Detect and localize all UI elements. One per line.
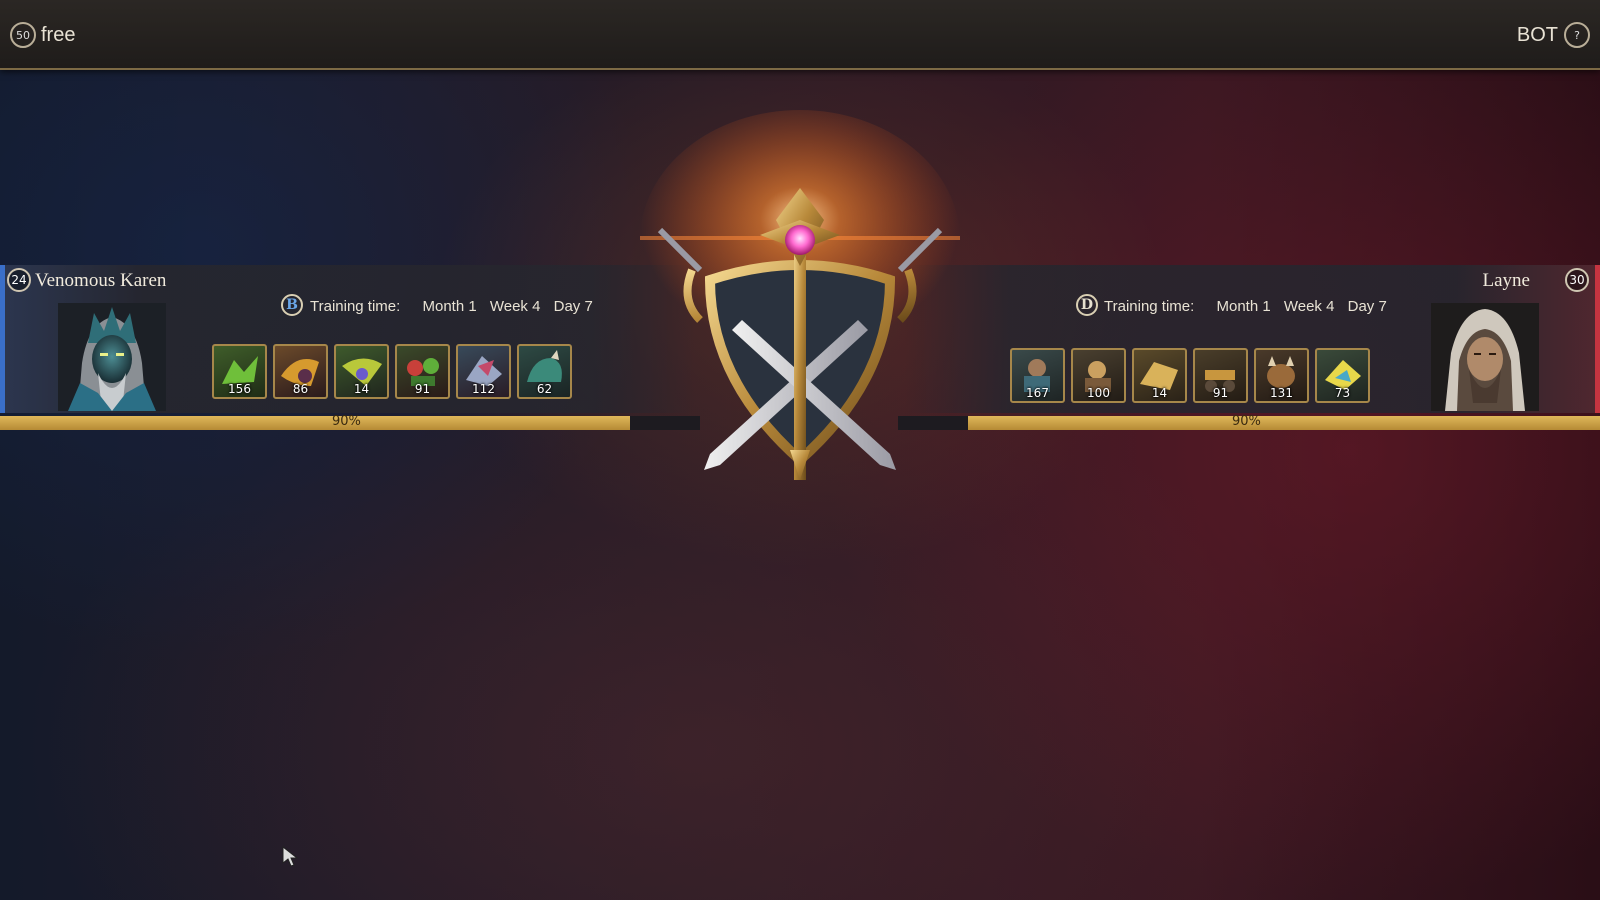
left-hero-portrait[interactable] [58,303,166,411]
unit-count: 14 [353,382,370,396]
right-player-name: Layne [1482,270,1530,291]
training-week: Week 4 [1283,298,1335,315]
top-bar: 50 free BOT ? [0,0,1600,70]
training-day: Day 7 [1347,298,1387,315]
unit-count: 86 [292,382,309,396]
unit-count: 73 [1334,386,1351,400]
training-day: Day 7 [553,298,593,315]
help-icon[interactable]: ? [1564,22,1590,48]
right-player-level-badge: 30 [1565,268,1589,292]
right-unit-slot[interactable]: 91 [1193,348,1248,403]
mouse-cursor-icon [282,846,299,867]
left-health-label: 90% [332,414,361,429]
left-health-fill [0,416,630,430]
left-unit-slot[interactable]: 14 [334,344,389,399]
training-month: Month 1 [1216,298,1271,315]
gold-coin-amount: 50 [16,28,30,42]
left-player-level-badge: 24 [7,268,31,292]
right-unit-list: 167 100 14 91 131 73 [1010,348,1370,403]
left-training-time: Training time: Month 1 Week 4 Day 7 [310,298,602,315]
unit-count: 167 [1026,386,1049,400]
unit-count: 156 [228,382,251,396]
right-training-time: Training time: Month 1 Week 4 Day 7 [1104,298,1396,315]
unit-count: 62 [536,382,553,396]
right-grade-badge: D [1076,294,1098,316]
left-unit-slot[interactable]: 156 [212,344,267,399]
right-unit-slot[interactable]: 100 [1071,348,1126,403]
unit-count: 131 [1270,386,1293,400]
versus-emblem-icon [640,110,960,480]
left-unit-slot[interactable]: 112 [456,344,511,399]
right-hero-portrait[interactable] [1431,303,1539,411]
right-health-label: 90% [1232,414,1261,429]
training-month: Month 1 [422,298,477,315]
unit-count: 14 [1151,386,1168,400]
unit-count: 91 [1212,386,1229,400]
free-label: free [41,24,76,46]
left-grade-badge: B [281,294,303,316]
training-label: Training time: [310,298,401,315]
unit-count: 91 [414,382,431,396]
left-unit-slot[interactable]: 62 [517,344,572,399]
left-player-name: Venomous Karen [35,270,167,291]
gold-coin-icon: 50 [10,22,36,48]
right-unit-slot[interactable]: 14 [1132,348,1187,403]
unit-count: 112 [472,382,495,396]
training-label: Training time: [1104,298,1195,315]
right-unit-slot[interactable]: 73 [1315,348,1370,403]
right-unit-slot[interactable]: 131 [1254,348,1309,403]
left-unit-slot[interactable]: 91 [395,344,450,399]
right-unit-slot[interactable]: 167 [1010,348,1065,403]
right-health-fill [968,416,1600,430]
left-unit-slot[interactable]: 86 [273,344,328,399]
training-week: Week 4 [489,298,541,315]
left-unit-list: 156 86 14 91 112 62 [212,344,572,399]
opponent-type-label: BOT [1516,24,1558,46]
unit-count: 100 [1087,386,1110,400]
